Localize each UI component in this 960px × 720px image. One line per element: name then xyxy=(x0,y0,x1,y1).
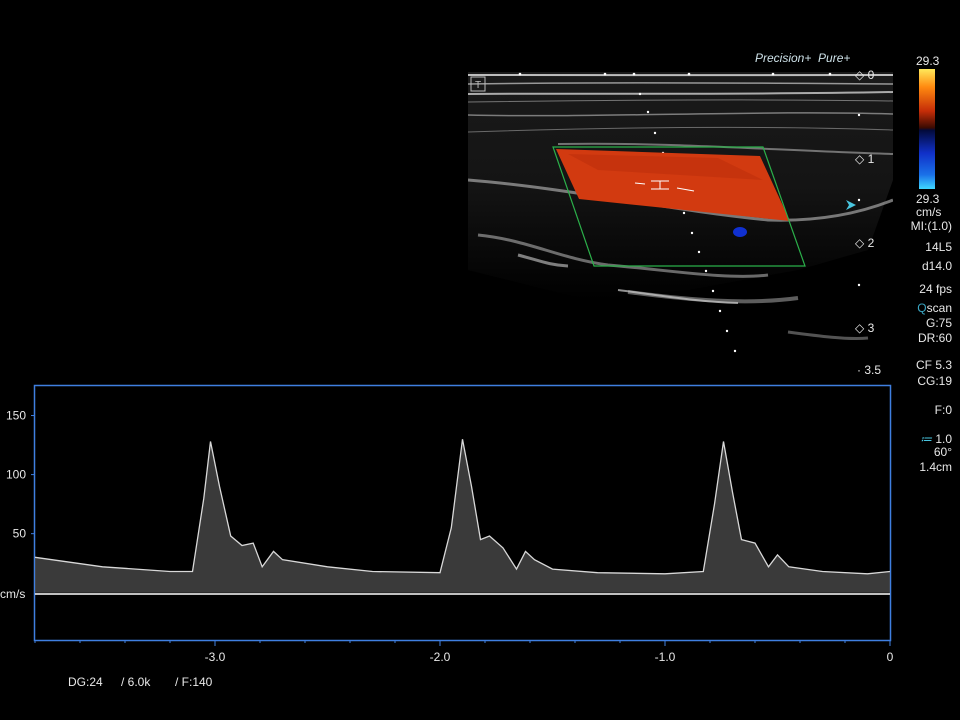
cg-label: CG:19 xyxy=(917,374,952,388)
x-tick-label: -1.0 xyxy=(655,650,676,664)
gain-label: G:75 xyxy=(925,316,952,330)
bmode-image: T xyxy=(468,72,893,353)
gate-size-label: 1.4cm xyxy=(919,460,952,474)
y-tick-label: 50 xyxy=(13,527,27,541)
precision-label: Precision+ xyxy=(755,51,812,65)
depth-marker-3: ◇ 3 xyxy=(855,321,875,335)
y-axis: 150 100 50 cm/s xyxy=(0,409,35,601)
colorbar-top-value: 29.3 xyxy=(916,54,940,68)
depth-marker-1: ◇ 1 xyxy=(855,152,875,166)
color-velocity-bar xyxy=(919,69,935,189)
pure-label: Pure+ xyxy=(818,51,851,65)
footer-frame: / F:140 xyxy=(175,675,213,689)
x-axis: -3.0 -2.0 -1.0 0 xyxy=(34,641,894,664)
qscan-label: Qscan xyxy=(917,301,952,315)
svg-text:T: T xyxy=(475,80,481,91)
qscan-text: scan xyxy=(926,301,952,315)
doppler-spectrum: 150 100 50 cm/s -3.0 -2.0 -1.0 0 xyxy=(0,384,894,664)
brand-label: Precision+ Pure+ xyxy=(755,51,850,65)
angle-label: 60° xyxy=(933,445,952,459)
x-tick-label: -3.0 xyxy=(205,650,226,664)
depth-marker-3-5: · 3.5 xyxy=(857,363,882,377)
mi-label: MI:(1.0) xyxy=(910,219,952,233)
footer-dg: DG:24 xyxy=(68,675,103,689)
y-unit-label: cm/s xyxy=(0,587,25,601)
footer-prf: / 6.0k xyxy=(121,675,151,689)
fps-label: 24 fps xyxy=(919,282,952,296)
depth-label: d14.0 xyxy=(921,259,952,273)
probe-label: 14L5 xyxy=(925,240,952,254)
cf-label: CF 5.3 xyxy=(915,358,952,372)
colorbar-unit: cm/s xyxy=(916,205,942,219)
qscan-letter: Q xyxy=(917,301,927,315)
y-tick-label: 150 xyxy=(6,409,26,423)
y-tick-label: 100 xyxy=(6,468,26,482)
depth-marker-2: ◇ 2 xyxy=(855,236,875,250)
colorbar-bottom-value: 29.3 xyxy=(916,192,940,206)
angle-correction-icon: ≔ xyxy=(919,432,932,446)
x-tick-label: -2.0 xyxy=(430,650,451,664)
focus-marker-icon xyxy=(846,200,856,210)
angle-scale-label: ≔ 1.0 xyxy=(920,432,952,446)
dr-label: DR:60 xyxy=(917,331,952,345)
depth-marker-0: ◇ 0 xyxy=(855,68,875,82)
angle-scale-value: 1.0 xyxy=(935,432,952,446)
x-tick-label: 0 xyxy=(887,650,894,664)
filter-label: F:0 xyxy=(934,403,952,417)
